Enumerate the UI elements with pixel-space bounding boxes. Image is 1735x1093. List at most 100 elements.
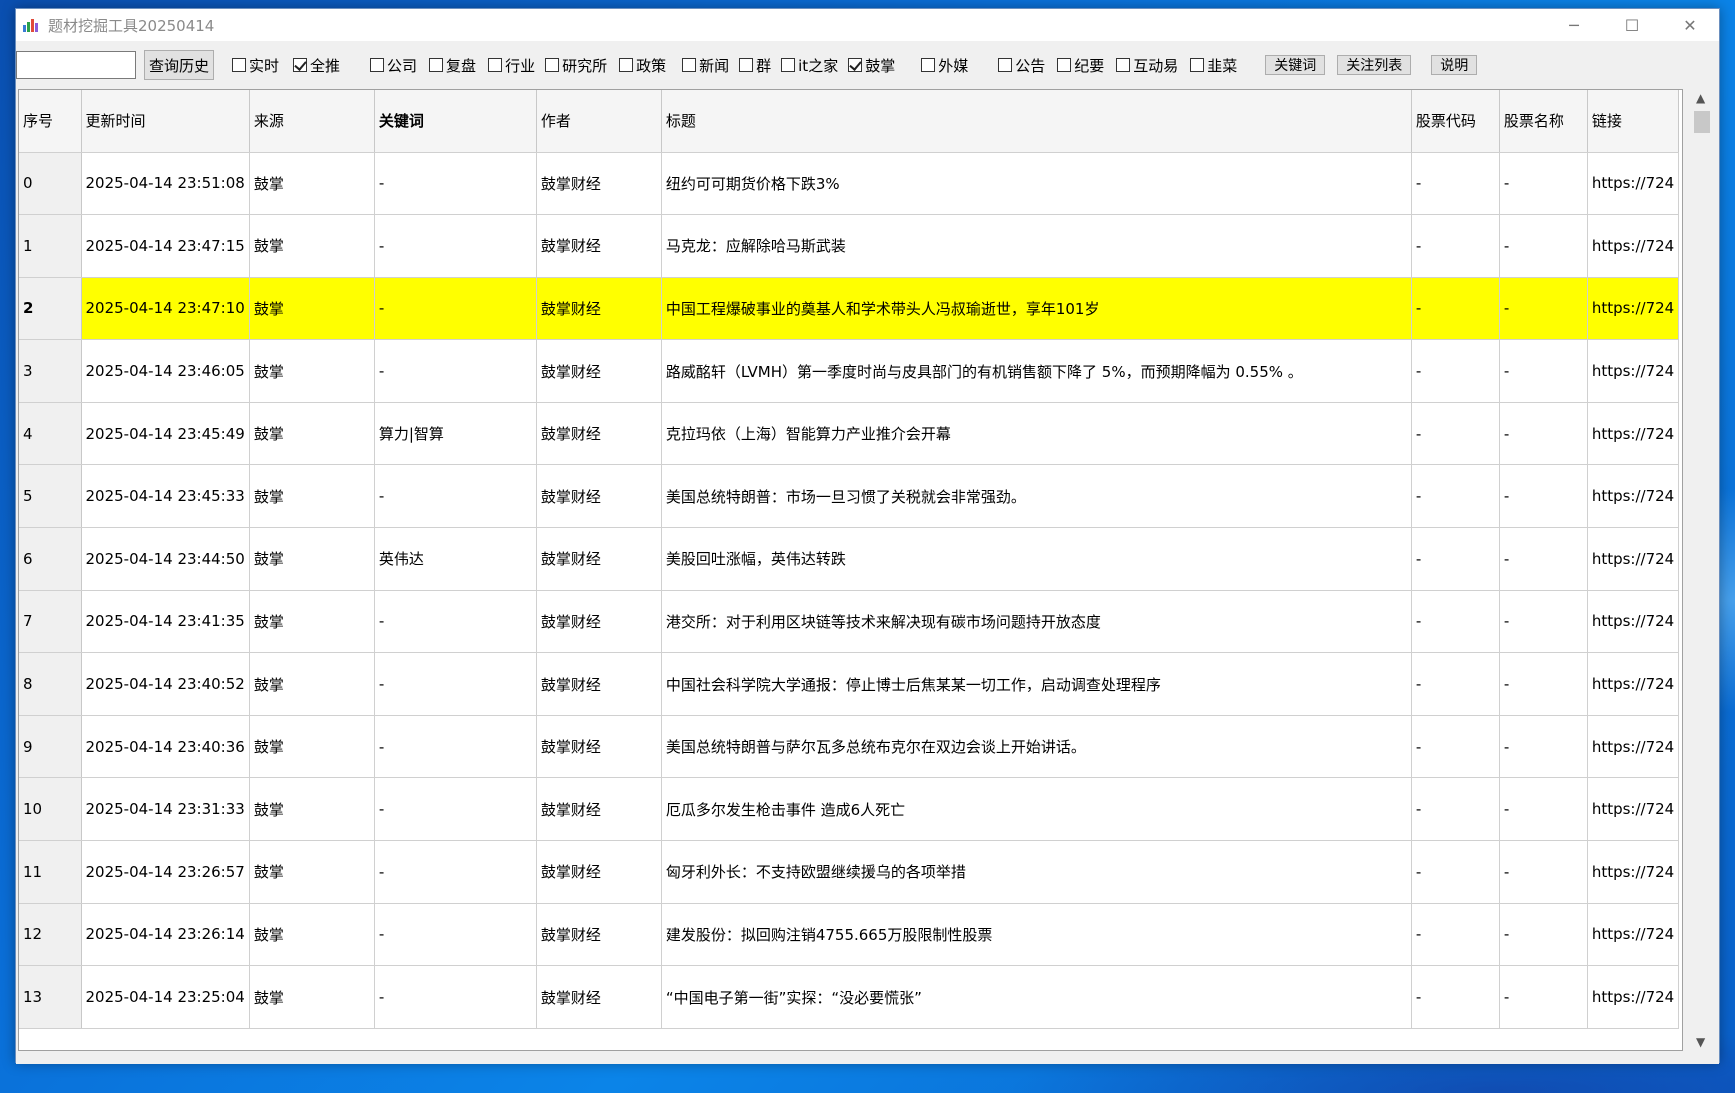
table-cell[interactable]: - bbox=[374, 715, 537, 779]
table-cell[interactable]: https://724 bbox=[1587, 715, 1680, 779]
help-button[interactable]: 说明 bbox=[1431, 55, 1478, 75]
filter-checkbox[interactable]: 新闻 bbox=[682, 55, 729, 76]
table-cell[interactable]: 鼓掌 bbox=[249, 840, 375, 904]
table-cell[interactable]: - bbox=[1411, 715, 1500, 779]
table-cell[interactable]: 2025-04-14 23:45:33 bbox=[81, 464, 250, 529]
table-cell[interactable]: - bbox=[1499, 715, 1588, 779]
checkbox-checked-icon[interactable] bbox=[293, 58, 308, 72]
table-cell[interactable]: 鼓掌财经 bbox=[536, 590, 662, 654]
checkbox-unchecked-icon[interactable] bbox=[682, 58, 697, 72]
row-index-cell[interactable]: 12 bbox=[19, 903, 82, 967]
table-cell[interactable]: https://724 bbox=[1587, 402, 1680, 466]
table-cell[interactable]: - bbox=[374, 214, 537, 278]
table-cell[interactable]: - bbox=[374, 464, 537, 529]
table-cell[interactable]: https://724 bbox=[1587, 339, 1680, 403]
keyword-button[interactable]: 关键词 bbox=[1265, 55, 1326, 75]
column-header[interactable]: 关键词 bbox=[374, 90, 537, 153]
maximize-button[interactable]: ☐ bbox=[1603, 9, 1661, 41]
table-cell[interactable]: 鼓掌 bbox=[249, 277, 375, 341]
table-row[interactable]: 12 2025-04-14 23:26:14 鼓掌 - 鼓掌财经 建发股份：拟回购注销47… bbox=[19, 903, 1680, 967]
checkbox-checked-icon[interactable] bbox=[848, 58, 863, 72]
table-cell[interactable]: https://724 bbox=[1587, 590, 1680, 654]
table-cell[interactable]: 鼓掌财经 bbox=[536, 214, 662, 278]
table-cell[interactable]: - bbox=[1499, 652, 1588, 716]
table-cell[interactable]: 英伟达 bbox=[374, 527, 537, 591]
table-cell[interactable]: 建发股份：拟回购注销4755.665万股限制性股票 bbox=[661, 903, 1412, 967]
table-row[interactable]: 5 2025-04-14 23:45:33 鼓掌 - 鼓掌财经 美国总统特朗普：市场一旦习… bbox=[19, 464, 1680, 529]
checkbox-unchecked-icon[interactable] bbox=[998, 58, 1013, 72]
table-cell[interactable]: 鼓掌 bbox=[249, 464, 375, 529]
table-cell[interactable]: 2025-04-14 23:44:50 bbox=[81, 527, 250, 591]
checkbox-unchecked-icon[interactable] bbox=[1057, 58, 1072, 72]
table-cell[interactable]: 算力|智算 bbox=[374, 402, 537, 466]
table-row[interactable]: 3 2025-04-14 23:46:05 鼓掌 - 鼓掌财经 路威酩轩（LVMH）第一季… bbox=[19, 339, 1680, 403]
row-index-cell[interactable]: 8 bbox=[19, 652, 82, 716]
table-row[interactable]: 1 2025-04-14 23:47:15 鼓掌 - 鼓掌财经 马克龙：应解除哈马斯武装 -… bbox=[19, 214, 1680, 278]
table-cell[interactable]: 鼓掌 bbox=[249, 402, 375, 466]
checkbox-unchecked-icon[interactable] bbox=[619, 58, 634, 72]
column-header[interactable]: 股票名称 bbox=[1499, 90, 1588, 153]
row-index-cell[interactable]: 9 bbox=[19, 715, 82, 779]
filter-checkbox[interactable]: 实时 bbox=[232, 55, 279, 76]
table-cell[interactable]: 2025-04-14 23:47:10 bbox=[81, 277, 250, 341]
table-row[interactable]: 10 2025-04-14 23:31:33 鼓掌 - 鼓掌财经 厄瓜多尔发生枪击事件 造… bbox=[19, 777, 1680, 842]
table-cell[interactable]: 鼓掌财经 bbox=[536, 715, 662, 779]
table-cell[interactable]: 鼓掌 bbox=[249, 527, 375, 591]
table-cell[interactable]: 鼓掌财经 bbox=[536, 903, 662, 967]
row-index-cell[interactable]: 5 bbox=[19, 464, 82, 529]
table-cell[interactable]: 中国社会科学院大学通报：停止博士后焦某某一切工作，启动调查处理程序 bbox=[661, 652, 1412, 716]
table-cell[interactable]: 2025-04-14 23:40:36 bbox=[81, 715, 250, 779]
checkbox-unchecked-icon[interactable] bbox=[232, 58, 246, 72]
table-cell[interactable]: 美国总统特朗普：市场一旦习惯了关税就会非常强劲。 bbox=[661, 464, 1412, 529]
filter-checkbox[interactable]: 公告 bbox=[998, 55, 1045, 76]
table-cell[interactable]: 鼓掌财经 bbox=[536, 840, 662, 904]
checkbox-unchecked-icon[interactable] bbox=[488, 58, 503, 72]
filter-checkbox[interactable]: 鼓掌 bbox=[848, 55, 895, 76]
table-cell[interactable]: 鼓掌财经 bbox=[536, 402, 662, 466]
filter-checkbox[interactable]: 全推 bbox=[293, 55, 340, 76]
column-header[interactable]: 作者 bbox=[536, 90, 662, 153]
table-cell[interactable]: 鼓掌 bbox=[249, 777, 375, 842]
checkbox-unchecked-icon[interactable] bbox=[429, 58, 444, 72]
filter-checkbox[interactable]: 公司 bbox=[370, 55, 417, 76]
checkbox-unchecked-icon[interactable] bbox=[370, 58, 385, 72]
table-row[interactable]: 4 2025-04-14 23:45:49 鼓掌 算力|智算 鼓掌财经 克拉玛依（上海）智… bbox=[19, 402, 1680, 466]
table-cell[interactable]: 鼓掌 bbox=[249, 214, 375, 278]
table-cell[interactable]: 鼓掌 bbox=[249, 590, 375, 654]
table-cell[interactable]: - bbox=[1499, 840, 1588, 904]
filter-checkbox[interactable]: 政策 bbox=[619, 55, 666, 76]
table-cell[interactable]: 2025-04-14 23:45:49 bbox=[81, 402, 250, 466]
table-cell[interactable]: 鼓掌财经 bbox=[536, 339, 662, 403]
table-row[interactable]: 2 2025-04-14 23:47:10 鼓掌 - 鼓掌财经 中国工程爆破事业的奠基人和… bbox=[19, 277, 1680, 341]
table-cell[interactable]: 鼓掌财经 bbox=[536, 652, 662, 716]
table-cell[interactable]: - bbox=[1411, 590, 1500, 654]
filter-checkbox[interactable]: 研究所 bbox=[545, 55, 607, 76]
table-cell[interactable]: https://724 bbox=[1587, 214, 1680, 278]
filter-checkbox[interactable]: 互动易 bbox=[1116, 55, 1178, 76]
table-cell[interactable]: - bbox=[1411, 840, 1500, 904]
table-cell[interactable]: - bbox=[374, 339, 537, 403]
table-cell[interactable]: 马克龙：应解除哈马斯武装 bbox=[661, 214, 1412, 278]
filter-checkbox[interactable]: 纪要 bbox=[1057, 55, 1104, 76]
table-cell[interactable]: - bbox=[374, 277, 537, 341]
table-cell[interactable]: - bbox=[374, 152, 537, 216]
minimize-button[interactable]: ─ bbox=[1545, 9, 1603, 41]
table-cell[interactable]: 2025-04-14 23:31:33 bbox=[81, 777, 250, 842]
row-index-cell[interactable]: 3 bbox=[19, 339, 82, 403]
table-cell[interactable]: - bbox=[1499, 339, 1588, 403]
table-cell[interactable]: 鼓掌 bbox=[249, 652, 375, 716]
table-cell[interactable]: - bbox=[1411, 903, 1500, 967]
filter-checkbox[interactable]: 韭菜 bbox=[1190, 55, 1237, 76]
table-row[interactable]: 8 2025-04-14 23:40:52 鼓掌 - 鼓掌财经 中国社会科学院大学通报：停… bbox=[19, 652, 1680, 716]
title-bar[interactable]: 题材挖掘工具20250414 ─ ☐ ✕ bbox=[16, 9, 1719, 41]
table-cell[interactable]: 2025-04-14 23:40:52 bbox=[81, 652, 250, 716]
row-index-cell[interactable]: 2 bbox=[19, 277, 82, 341]
table-row[interactable]: 6 2025-04-14 23:44:50 鼓掌 英伟达 鼓掌财经 美股回吐涨幅，英伟达转… bbox=[19, 527, 1680, 591]
table-cell[interactable]: 鼓掌财经 bbox=[536, 277, 662, 341]
row-index-cell[interactable]: 6 bbox=[19, 527, 82, 591]
table-cell[interactable]: - bbox=[1499, 590, 1588, 654]
table-cell[interactable]: - bbox=[1411, 152, 1500, 216]
table-cell[interactable]: https://724 bbox=[1587, 840, 1680, 904]
table-cell[interactable]: 鼓掌财经 bbox=[536, 777, 662, 842]
table-cell[interactable]: - bbox=[374, 652, 537, 716]
